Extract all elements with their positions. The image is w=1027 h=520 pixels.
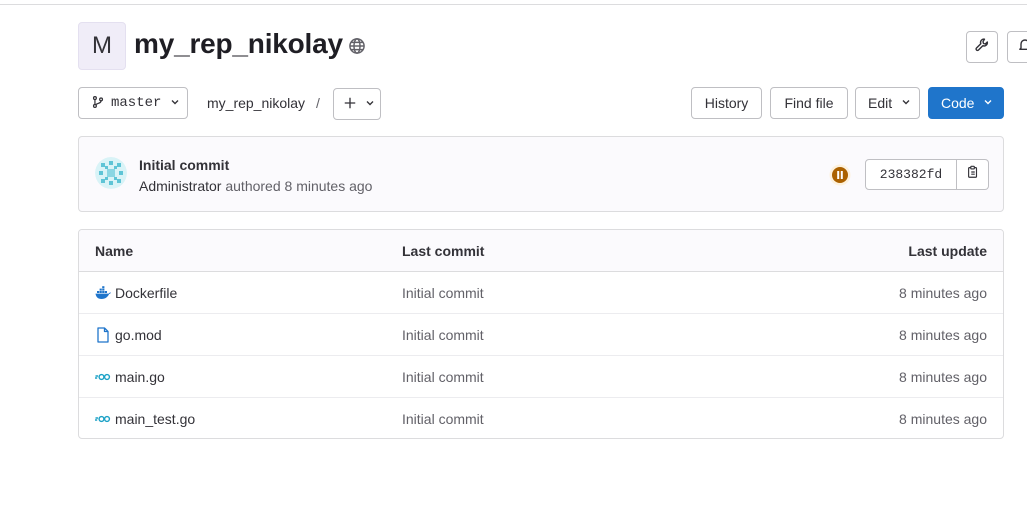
chevron-down-icon <box>169 95 181 111</box>
branch-selector[interactable]: master <box>78 87 188 119</box>
file-name: main.go <box>115 369 165 385</box>
table-header: Name Last commit Last update <box>79 230 1003 272</box>
last-commit-cell[interactable]: Initial commit <box>402 411 484 427</box>
code-label: Code <box>941 95 975 111</box>
find-file-button[interactable]: Find file <box>770 87 848 119</box>
file-name: Dockerfile <box>115 285 178 301</box>
commit-title[interactable]: Initial commit <box>139 157 229 173</box>
file-tree-table: Name Last commit Last update Dockerfile … <box>78 229 1004 439</box>
edit-label: Edit <box>868 95 893 111</box>
docker-icon <box>95 285 111 301</box>
breadcrumb-project[interactable]: my_rep_nikolay <box>207 95 305 111</box>
file-name-cell[interactable]: main_test.go <box>95 411 195 427</box>
plus-icon <box>343 96 357 113</box>
edit-dropdown-button[interactable]: Edit <box>855 87 920 119</box>
last-commit-panel: Initial commit Administrator authored 8 … <box>78 136 1004 212</box>
last-update-cell: 8 minutes ago <box>899 327 987 343</box>
go-icon <box>95 369 111 385</box>
last-update-cell: 8 minutes ago <box>899 411 987 427</box>
settings-wrench-button[interactable] <box>966 31 998 63</box>
last-commit-cell[interactable]: Initial commit <box>402 369 484 385</box>
last-commit-cell[interactable]: Initial commit <box>402 285 484 301</box>
file-name-cell[interactable]: Dockerfile <box>95 285 177 301</box>
column-header-last-commit: Last commit <box>402 243 485 259</box>
project-avatar-letter: M <box>92 32 112 59</box>
history-button[interactable]: History <box>691 87 762 119</box>
add-dropdown-button[interactable] <box>333 88 381 120</box>
wrench-icon <box>974 37 990 58</box>
table-row[interactable]: go.mod Initial commit 8 minutes ago <box>79 314 1003 356</box>
copy-sha-button[interactable] <box>957 159 989 190</box>
top-divider <box>0 4 1027 5</box>
pipeline-paused-icon[interactable] <box>829 164 851 186</box>
go-icon <box>95 411 111 427</box>
last-update-cell: 8 minutes ago <box>899 369 987 385</box>
notifications-button[interactable] <box>1007 31 1027 63</box>
file-name-cell[interactable]: go.mod <box>95 327 162 343</box>
chevron-down-icon <box>900 95 912 111</box>
file-name: main_test.go <box>115 411 196 427</box>
table-row[interactable]: main_test.go Initial commit 8 minutes ag… <box>79 398 1003 438</box>
table-row[interactable]: main.go Initial commit 8 minutes ago <box>79 356 1003 398</box>
copy-icon <box>966 165 980 184</box>
commit-sha[interactable]: 238382fd <box>865 159 957 190</box>
project-avatar[interactable]: M <box>78 22 126 70</box>
chevron-down-icon <box>364 96 376 112</box>
project-title[interactable]: my_rep_nikolay <box>134 28 343 60</box>
commit-meta: Administrator authored 8 minutes ago <box>139 178 372 194</box>
file-name: go.mod <box>115 327 162 343</box>
commit-time: authored 8 minutes ago <box>221 178 373 194</box>
column-header-name: Name <box>95 243 134 259</box>
last-commit-cell[interactable]: Initial commit <box>402 327 484 343</box>
last-update-cell: 8 minutes ago <box>899 285 987 301</box>
commit-author[interactable]: Administrator <box>139 178 221 194</box>
breadcrumb-separator: / <box>316 95 320 111</box>
chevron-down-icon <box>982 95 994 111</box>
file-name-cell[interactable]: main.go <box>95 369 165 385</box>
branch-icon <box>91 95 105 112</box>
branch-name: master <box>111 95 162 111</box>
avatar[interactable] <box>95 157 127 189</box>
commit-sha-group: 238382fd <box>865 159 989 190</box>
bell-icon <box>1017 37 1027 58</box>
table-row[interactable]: Dockerfile Initial commit 8 minutes ago <box>79 272 1003 314</box>
column-header-last-update: Last update <box>908 243 987 259</box>
globe-icon <box>348 37 366 55</box>
file-icon <box>95 327 111 343</box>
code-dropdown-button[interactable]: Code <box>928 87 1004 119</box>
